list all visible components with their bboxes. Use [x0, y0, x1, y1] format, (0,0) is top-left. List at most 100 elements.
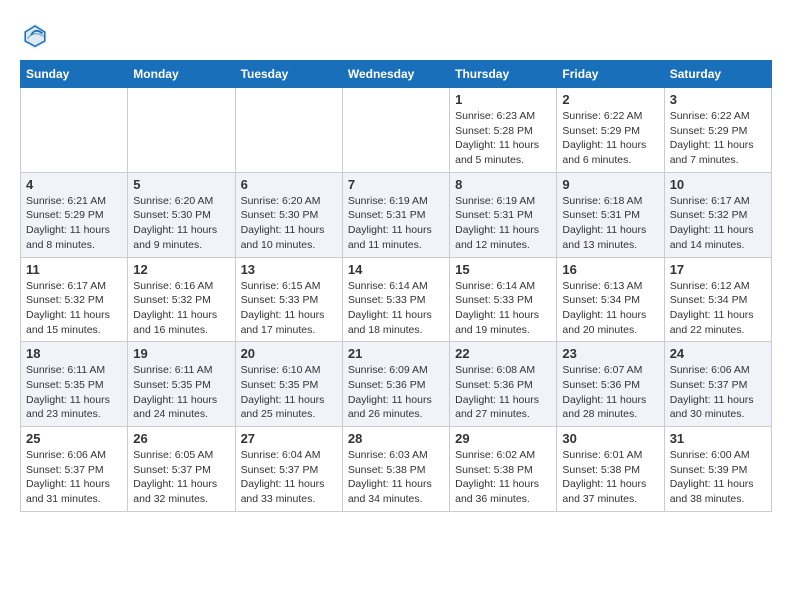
day-info: Sunrise: 6:14 AM Sunset: 5:33 PM Dayligh…: [348, 279, 444, 338]
calendar-day-cell: 12 Sunrise: 6:16 AM Sunset: 5:32 PM Dayli…: [128, 257, 235, 342]
day-info: Sunrise: 6:02 AM Sunset: 5:38 PM Dayligh…: [455, 448, 551, 507]
calendar-day-cell: 6 Sunrise: 6:20 AM Sunset: 5:30 PM Daylig…: [235, 172, 342, 257]
day-number: 8: [455, 177, 551, 192]
calendar-week-row: 11 Sunrise: 6:17 AM Sunset: 5:32 PM Dayli…: [21, 257, 772, 342]
calendar-day-cell: 29 Sunrise: 6:02 AM Sunset: 5:38 PM Dayli…: [450, 427, 557, 512]
calendar-day-cell: 14 Sunrise: 6:14 AM Sunset: 5:33 PM Dayli…: [342, 257, 449, 342]
calendar-week-row: 4 Sunrise: 6:21 AM Sunset: 5:29 PM Daylig…: [21, 172, 772, 257]
weekday-header-monday: Monday: [128, 61, 235, 88]
calendar-day-cell: 25Sunrise: 6:06 AM Sunset: 5:37 PM Dayli…: [21, 427, 128, 512]
weekday-header-sunday: Sunday: [21, 61, 128, 88]
calendar-day-cell: 16 Sunrise: 6:13 AM Sunset: 5:34 PM Dayli…: [557, 257, 664, 342]
calendar-day-cell: 9 Sunrise: 6:18 AM Sunset: 5:31 PM Daylig…: [557, 172, 664, 257]
day-info: Sunrise: 6:22 AM Sunset: 5:29 PM Dayligh…: [670, 109, 766, 168]
day-info: Sunrise: 6:23 AM Sunset: 5:28 PM Dayligh…: [455, 109, 551, 168]
calendar-week-row: 1 Sunrise: 6:23 AM Sunset: 5:28 PM Daylig…: [21, 88, 772, 173]
day-number: 11: [26, 262, 122, 277]
day-info: Sunrise: 6:05 AM Sunset: 5:37 PM Dayligh…: [133, 448, 229, 507]
day-number: 3: [670, 92, 766, 107]
calendar-day-cell: 30 Sunrise: 6:01 AM Sunset: 5:38 PM Dayli…: [557, 427, 664, 512]
calendar-day-cell: 24 Sunrise: 6:06 AM Sunset: 5:37 PM Dayli…: [664, 342, 771, 427]
day-number: 30: [562, 431, 658, 446]
calendar-day-cell: 21 Sunrise: 6:09 AM Sunset: 5:36 PM Dayli…: [342, 342, 449, 427]
day-number: 21: [348, 346, 444, 361]
day-number: 24: [670, 346, 766, 361]
calendar-day-cell: 31 Sunrise: 6:00 AM Sunset: 5:39 PM Dayli…: [664, 427, 771, 512]
calendar-day-cell: 19 Sunrise: 6:11 AM Sunset: 5:35 PM Dayli…: [128, 342, 235, 427]
calendar-table: SundayMondayTuesdayWednesdayThursdayFrid…: [20, 60, 772, 512]
day-info: Sunrise: 6:20 AM Sunset: 5:30 PM Dayligh…: [241, 194, 337, 253]
calendar-day-cell: [235, 88, 342, 173]
page-header: [20, 20, 772, 50]
day-info: Sunrise: 6:17 AM Sunset: 5:32 PM Dayligh…: [26, 279, 122, 338]
calendar-day-cell: 26 Sunrise: 6:05 AM Sunset: 5:37 PM Dayli…: [128, 427, 235, 512]
day-info: Sunrise: 6:13 AM Sunset: 5:34 PM Dayligh…: [562, 279, 658, 338]
day-number: 12: [133, 262, 229, 277]
calendar-day-cell: 11 Sunrise: 6:17 AM Sunset: 5:32 PM Dayli…: [21, 257, 128, 342]
day-number: 25: [26, 431, 122, 446]
day-number: 17: [670, 262, 766, 277]
day-info: Sunrise: 6:19 AM Sunset: 5:31 PM Dayligh…: [348, 194, 444, 253]
day-number: 4: [26, 177, 122, 192]
day-number: 5: [133, 177, 229, 192]
day-info: Sunrise: 6:07 AM Sunset: 5:36 PM Dayligh…: [562, 363, 658, 422]
day-number: 1: [455, 92, 551, 107]
calendar-day-cell: 17 Sunrise: 6:12 AM Sunset: 5:34 PM Dayli…: [664, 257, 771, 342]
day-info: Sunrise: 6:06 AM Sunset: 5:37 PM Dayligh…: [670, 363, 766, 422]
calendar-day-cell: [21, 88, 128, 173]
day-number: 13: [241, 262, 337, 277]
calendar-day-cell: [128, 88, 235, 173]
day-info: Sunrise: 6:16 AM Sunset: 5:32 PM Dayligh…: [133, 279, 229, 338]
day-number: 7: [348, 177, 444, 192]
day-info: Sunrise: 6:00 AM Sunset: 5:39 PM Dayligh…: [670, 448, 766, 507]
day-number: 20: [241, 346, 337, 361]
day-info: Sunrise: 6:22 AM Sunset: 5:29 PM Dayligh…: [562, 109, 658, 168]
calendar-day-cell: 18 Sunrise: 6:11 AM Sunset: 5:35 PM Dayli…: [21, 342, 128, 427]
calendar-day-cell: 10Sunrise: 6:17 AM Sunset: 5:32 PM Dayli…: [664, 172, 771, 257]
day-number: 28: [348, 431, 444, 446]
day-info: Sunrise: 6:12 AM Sunset: 5:34 PM Dayligh…: [670, 279, 766, 338]
calendar-day-cell: 2 Sunrise: 6:22 AM Sunset: 5:29 PM Daylig…: [557, 88, 664, 173]
calendar-day-cell: [342, 88, 449, 173]
day-info: Sunrise: 6:11 AM Sunset: 5:35 PM Dayligh…: [26, 363, 122, 422]
day-info: Sunrise: 6:14 AM Sunset: 5:33 PM Dayligh…: [455, 279, 551, 338]
calendar-day-cell: 13 Sunrise: 6:15 AM Sunset: 5:33 PM Dayli…: [235, 257, 342, 342]
day-info: Sunrise: 6:18 AM Sunset: 5:31 PM Dayligh…: [562, 194, 658, 253]
day-info: Sunrise: 6:11 AM Sunset: 5:35 PM Dayligh…: [133, 363, 229, 422]
day-number: 6: [241, 177, 337, 192]
day-info: Sunrise: 6:19 AM Sunset: 5:31 PM Dayligh…: [455, 194, 551, 253]
weekday-header-thursday: Thursday: [450, 61, 557, 88]
day-number: 31: [670, 431, 766, 446]
day-info: Sunrise: 6:20 AM Sunset: 5:30 PM Dayligh…: [133, 194, 229, 253]
calendar-week-row: 18 Sunrise: 6:11 AM Sunset: 5:35 PM Dayli…: [21, 342, 772, 427]
day-number: 14: [348, 262, 444, 277]
calendar-day-cell: 7 Sunrise: 6:19 AM Sunset: 5:31 PM Daylig…: [342, 172, 449, 257]
day-number: 22: [455, 346, 551, 361]
calendar-week-row: 25Sunrise: 6:06 AM Sunset: 5:37 PM Dayli…: [21, 427, 772, 512]
calendar-day-cell: 20Sunrise: 6:10 AM Sunset: 5:35 PM Dayli…: [235, 342, 342, 427]
calendar-day-cell: 8 Sunrise: 6:19 AM Sunset: 5:31 PM Daylig…: [450, 172, 557, 257]
day-info: Sunrise: 6:01 AM Sunset: 5:38 PM Dayligh…: [562, 448, 658, 507]
day-info: Sunrise: 6:21 AM Sunset: 5:29 PM Dayligh…: [26, 194, 122, 253]
calendar-day-cell: 28 Sunrise: 6:03 AM Sunset: 5:38 PM Dayli…: [342, 427, 449, 512]
day-info: Sunrise: 6:09 AM Sunset: 5:36 PM Dayligh…: [348, 363, 444, 422]
logo: [20, 20, 54, 50]
weekday-header-tuesday: Tuesday: [235, 61, 342, 88]
day-number: 15: [455, 262, 551, 277]
day-info: Sunrise: 6:04 AM Sunset: 5:37 PM Dayligh…: [241, 448, 337, 507]
day-number: 9: [562, 177, 658, 192]
calendar-day-cell: 1 Sunrise: 6:23 AM Sunset: 5:28 PM Daylig…: [450, 88, 557, 173]
weekday-header-friday: Friday: [557, 61, 664, 88]
day-info: Sunrise: 6:15 AM Sunset: 5:33 PM Dayligh…: [241, 279, 337, 338]
calendar-day-cell: 22 Sunrise: 6:08 AM Sunset: 5:36 PM Dayli…: [450, 342, 557, 427]
day-number: 19: [133, 346, 229, 361]
calendar-day-cell: 3 Sunrise: 6:22 AM Sunset: 5:29 PM Daylig…: [664, 88, 771, 173]
day-info: Sunrise: 6:08 AM Sunset: 5:36 PM Dayligh…: [455, 363, 551, 422]
day-number: 16: [562, 262, 658, 277]
day-number: 29: [455, 431, 551, 446]
logo-icon: [20, 20, 50, 50]
day-number: 26: [133, 431, 229, 446]
day-info: Sunrise: 6:03 AM Sunset: 5:38 PM Dayligh…: [348, 448, 444, 507]
day-number: 2: [562, 92, 658, 107]
day-number: 18: [26, 346, 122, 361]
